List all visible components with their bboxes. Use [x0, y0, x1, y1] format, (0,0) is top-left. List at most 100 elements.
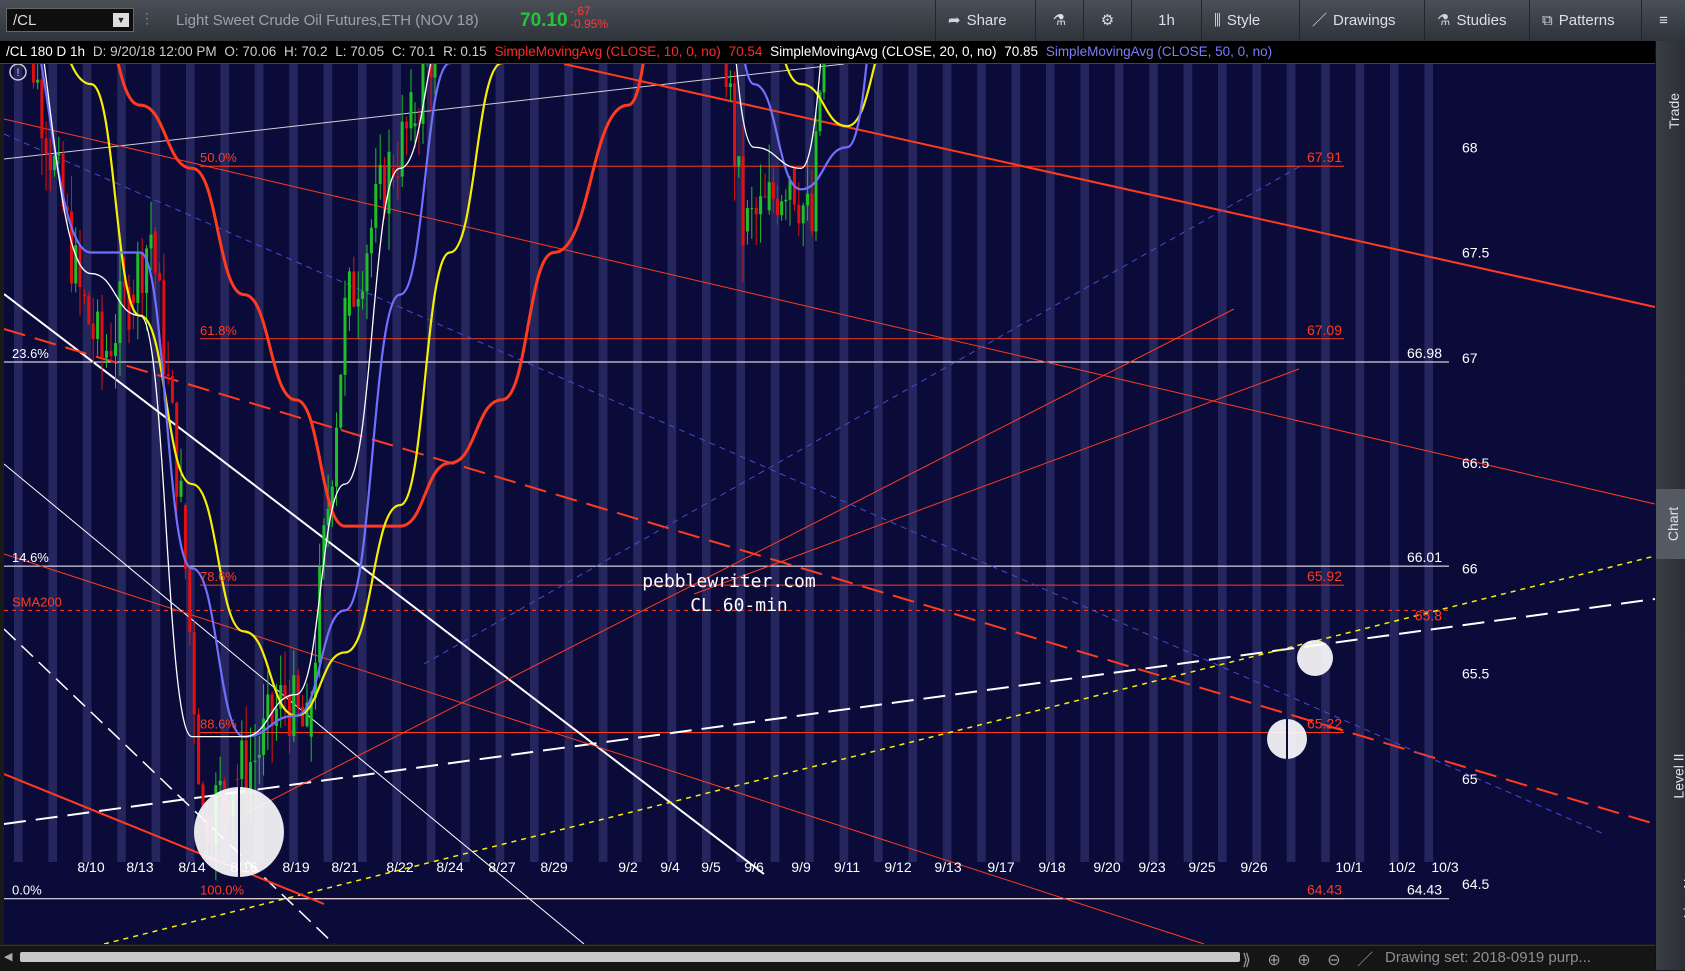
candle[interactable] — [131, 294, 135, 303]
patterns-button[interactable]: ⧉ Patterns — [1529, 0, 1641, 41]
candle[interactable] — [118, 281, 122, 344]
candle[interactable] — [266, 694, 270, 719]
candle[interactable] — [96, 311, 100, 339]
candle[interactable] — [40, 79, 44, 139]
candle[interactable] — [301, 706, 305, 727]
candle[interactable] — [253, 760, 257, 762]
candle[interactable] — [109, 350, 113, 357]
candle[interactable] — [48, 154, 52, 171]
candle[interactable] — [413, 123, 417, 127]
candle[interactable] — [136, 251, 140, 303]
candle[interactable] — [244, 740, 248, 795]
candle[interactable] — [31, 64, 35, 83]
symbol-input[interactable]: /CL ▼ — [6, 8, 134, 32]
candle[interactable] — [759, 196, 763, 215]
zoom-out-icon[interactable]: ⊖ — [1327, 952, 1340, 969]
candle[interactable] — [87, 295, 91, 324]
settings-button[interactable]: ⚙ — [1083, 0, 1131, 41]
candle[interactable] — [724, 64, 728, 87]
candle[interactable] — [433, 64, 437, 78]
candle[interactable] — [335, 427, 339, 487]
zoom-in-icon[interactable]: ⊕ — [1297, 952, 1310, 969]
chart-scrollbar[interactable]: ◀ ⟫ ⊕ ⊕ ⊖ ／ Drawing set: 2018-0919 purp.… — [0, 945, 1655, 971]
candle[interactable] — [754, 208, 758, 215]
candle[interactable] — [140, 251, 144, 294]
candle[interactable] — [240, 740, 244, 779]
candle[interactable] — [296, 675, 300, 707]
sma20-label[interactable]: SimpleMovingAvg (CLOSE, 20, 0, no) — [770, 44, 996, 59]
crosshair-icon[interactable]: ⊕ — [1267, 952, 1280, 969]
candle[interactable] — [780, 201, 784, 216]
candle[interactable] — [188, 568, 192, 633]
candle[interactable] — [784, 199, 788, 202]
candle[interactable] — [387, 151, 391, 214]
candle[interactable] — [356, 298, 360, 307]
flask-button[interactable]: ⚗ — [1035, 0, 1083, 41]
candle[interactable] — [409, 92, 413, 129]
candle[interactable] — [318, 566, 322, 663]
candle[interactable] — [776, 198, 779, 216]
candle[interactable] — [347, 271, 351, 316]
chevron-down-icon[interactable]: ▼ — [113, 13, 129, 27]
candle[interactable] — [105, 350, 108, 358]
candle[interactable] — [763, 196, 767, 198]
candle[interactable] — [361, 291, 365, 299]
scroll-thumb[interactable] — [20, 952, 1240, 962]
candle[interactable] — [82, 294, 86, 296]
candle[interactable] — [343, 297, 347, 375]
candle[interactable] — [114, 343, 117, 357]
candle[interactable] — [100, 311, 104, 359]
price-chart[interactable]: 0.0%14.6%23.6%38.2%50.0%61.8%78.6%88.6%1… — [4, 64, 1655, 944]
candle[interactable] — [733, 83, 737, 166]
candle[interactable] — [767, 182, 771, 211]
candle[interactable] — [378, 164, 382, 185]
grip-icon[interactable]: ⋮ — [140, 10, 154, 27]
candle[interactable] — [405, 121, 409, 129]
candle[interactable] — [292, 675, 296, 736]
scroll-left-icon[interactable]: ◀ — [4, 950, 12, 963]
sidebar-tab-level-ii[interactable]: Level II — [1656, 741, 1685, 811]
candle[interactable] — [179, 480, 183, 497]
candle[interactable] — [235, 778, 239, 780]
candle[interactable] — [44, 138, 48, 155]
highlight-circle[interactable] — [1297, 640, 1333, 676]
candle[interactable] — [36, 79, 40, 83]
candle[interactable] — [91, 323, 95, 339]
candle[interactable] — [771, 182, 775, 199]
candle[interactable] — [822, 64, 826, 93]
candle[interactable] — [57, 153, 61, 156]
candle[interactable] — [158, 272, 162, 281]
studies-button[interactable]: ⚗ Studies — [1424, 0, 1529, 41]
pencil-icon[interactable]: ／ — [1357, 952, 1373, 969]
candle[interactable] — [257, 754, 261, 758]
candle[interactable] — [374, 184, 378, 228]
candle[interactable] — [745, 208, 749, 232]
candle[interactable] — [192, 632, 196, 715]
candle[interactable] — [365, 253, 369, 292]
candle[interactable] — [797, 204, 801, 224]
candle[interactable] — [369, 227, 373, 254]
candle[interactable] — [153, 231, 157, 273]
sma50-label[interactable]: SimpleMovingAvg (CLOSE, 50, 0, no) — [1046, 44, 1272, 59]
drawing-set-label[interactable]: Drawing set: 2018-0919 purp... — [1385, 949, 1591, 966]
candle[interactable] — [741, 156, 745, 246]
sidebar-tab-active-trader[interactable]: Active Trader — [1656, 299, 1685, 409]
candle[interactable] — [339, 374, 343, 428]
drawings-button[interactable]: ／ Drawings — [1299, 0, 1424, 41]
candle[interactable] — [737, 156, 741, 166]
sidebar-tab-chart[interactable]: Chart — [1656, 489, 1685, 559]
candle[interactable] — [801, 205, 805, 224]
sidebar-tab-trade[interactable]: Trade — [1656, 71, 1685, 151]
candle[interactable] — [750, 208, 754, 210]
share-button[interactable]: ➦ Share — [935, 0, 1035, 41]
candle[interactable] — [145, 248, 149, 294]
candle[interactable] — [218, 780, 222, 786]
candle[interactable] — [162, 280, 166, 375]
timeframe-button[interactable]: 1h — [1131, 0, 1201, 41]
sidebar-tab-times-and-sales[interactable]: Times And Sales — [1656, 161, 1685, 301]
sidebar-tab-live-news[interactable]: Live News — [1656, 831, 1685, 941]
candle[interactable] — [149, 234, 153, 249]
style-button[interactable]: ⫼ Style — [1201, 0, 1299, 41]
scroll-right-icon[interactable]: ⟫ — [1242, 952, 1251, 969]
menu-button[interactable]: ≡ — [1641, 0, 1685, 41]
